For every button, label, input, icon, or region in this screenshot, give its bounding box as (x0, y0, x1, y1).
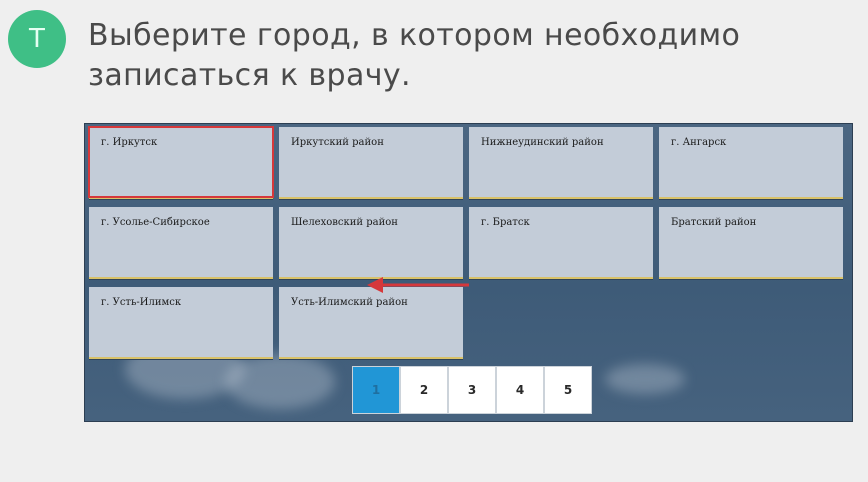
district-tile-label: г. Братск (481, 217, 530, 228)
page-button[interactable]: 4 (497, 367, 543, 413)
page-button[interactable]: 5 (545, 367, 591, 413)
district-tile[interactable]: г. Братск (469, 207, 653, 277)
district-tile-label: Усть-Илимский район (291, 297, 408, 308)
district-tile-label: г. Усолье-Сибирское (101, 217, 210, 228)
page-button[interactable]: 1 (353, 367, 399, 413)
district-tile-label: г. Усть-Илимск (101, 297, 182, 308)
district-tile[interactable]: г. Иркутск (88, 126, 274, 198)
district-tile[interactable]: Нижнеудинский район (469, 127, 653, 197)
district-tile-label: Шелеховский район (291, 217, 398, 228)
district-tile-label: Нижнеудинский район (481, 137, 604, 148)
district-tile[interactable]: Усть-Илимский район (279, 287, 463, 357)
district-tile[interactable]: г. Усть-Илимск (89, 287, 273, 357)
page-button[interactable]: 2 (401, 367, 447, 413)
district-tile-label: г. Ангарск (671, 137, 727, 148)
background-cloud (605, 364, 685, 394)
step-badge: Т (8, 10, 66, 68)
red-arrow-annotation (367, 277, 469, 293)
district-tile[interactable]: г. Ангарск (659, 127, 843, 197)
district-tile[interactable]: Иркутский район (279, 127, 463, 197)
district-tile-label: г. Иркутск (101, 137, 158, 148)
district-tile[interactable]: Шелеховский район (279, 207, 463, 277)
background-cloud (225, 354, 335, 409)
district-tile-label: Братский район (671, 217, 757, 228)
district-tile[interactable]: Братский район (659, 207, 843, 277)
page-title: Выберите город, в котором необходимо зап… (88, 18, 741, 93)
district-selector-screen: г. Иркутск Иркутский район Нижнеудинский р… (84, 123, 853, 422)
page-button[interactable]: 3 (449, 367, 495, 413)
district-tile[interactable]: г. Усолье-Сибирское (89, 207, 273, 277)
district-tile-label: Иркутский район (291, 137, 384, 148)
